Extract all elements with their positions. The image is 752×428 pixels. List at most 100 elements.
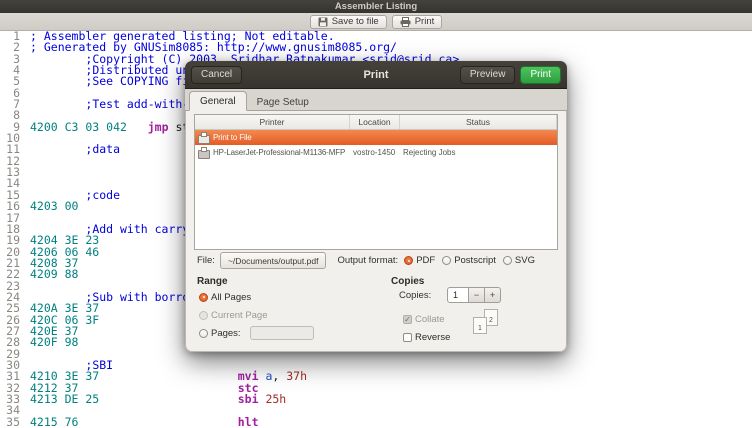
range-option-pages[interactable]: Pages: — [199, 324, 314, 342]
copies-value-entry[interactable]: 1 — [447, 287, 469, 303]
code-token: 4213 DE 25 — [30, 392, 99, 406]
radio-icon — [199, 329, 208, 338]
code-token: 4209 88 — [30, 267, 78, 281]
output-format-radios: PDF Postscript SVG — [404, 255, 535, 266]
radio-icon — [404, 256, 413, 265]
toolbar: Save to file Print — [0, 13, 752, 31]
code-text: 4213 DE 25 sbi 25h — [20, 394, 286, 405]
print-dialog-header[interactable]: Cancel Print Preview Print — [185, 61, 567, 89]
pages-entry[interactable] — [250, 326, 314, 340]
printer-name: Print to File — [213, 133, 252, 142]
code-text: ;data — [20, 144, 120, 155]
print-dialog: Cancel Print Preview Print General Page … — [185, 61, 567, 352]
column-header-location[interactable]: Location — [350, 115, 400, 129]
range-option-label: Current Page — [211, 310, 268, 321]
output-format-label: Output format: — [337, 255, 398, 266]
copies-checkboxes: ✓Collate Reverse — [403, 310, 450, 346]
code-line: 334213 DE 25 sbi 25h — [0, 394, 752, 405]
tab-page-setup[interactable]: Page Setup — [247, 93, 319, 111]
copies-increment-button[interactable]: + — [485, 287, 501, 303]
code-text — [20, 405, 30, 416]
code-token: 25h — [265, 392, 286, 406]
tab-general[interactable]: General — [189, 91, 247, 111]
radio-icon — [442, 256, 451, 265]
code-token — [30, 97, 85, 111]
print-to-file-icon — [198, 135, 210, 144]
printer-list-header: Printer Location Status — [195, 115, 557, 130]
preview-page-1: 1 — [473, 317, 487, 334]
radio-icon — [199, 293, 208, 302]
format-radio-postscript[interactable]: Postscript — [442, 255, 496, 266]
format-radio-label: SVG — [515, 255, 535, 266]
code-line: 354215 76 hlt — [0, 417, 752, 428]
checkbox-label: Reverse — [415, 332, 450, 343]
format-radio-svg[interactable]: SVG — [503, 255, 535, 266]
window-title: Assembler Listing — [335, 1, 417, 12]
cancel-button[interactable]: Cancel — [191, 66, 242, 84]
column-header-printer[interactable]: Printer — [195, 115, 350, 129]
code-text — [20, 178, 30, 189]
code-token: ;data — [85, 142, 120, 156]
code-text: 4215 76 hlt — [20, 417, 259, 428]
page-order-preview: 2 1 — [469, 307, 509, 347]
save-to-file-button[interactable]: Save to file — [310, 15, 387, 29]
tab-bar: General Page Setup — [185, 89, 567, 111]
window-titlebar[interactable]: Assembler Listing — [0, 0, 752, 13]
code-token — [127, 120, 148, 134]
printer-name-cell: Print to File — [195, 130, 350, 145]
printer-rows: Print to File HP-LaserJet-Professional-M1… — [195, 130, 557, 160]
printer-row[interactable]: Print to File — [195, 130, 557, 145]
code-token: 4215 76 — [30, 415, 78, 428]
preview-page-2-number: 2 — [489, 316, 493, 325]
file-row: File: ~/Documents/output.pdf Output form… — [197, 252, 560, 269]
preview-page-1-number: 1 — [478, 324, 482, 333]
checkbox-collate[interactable]: ✓Collate — [403, 310, 450, 328]
preview-button[interactable]: Preview — [460, 66, 516, 84]
file-button[interactable]: ~/Documents/output.pdf — [220, 252, 327, 269]
copies-label: Copies: — [399, 290, 447, 301]
printer-location-cell — [350, 130, 400, 145]
column-header-status[interactable]: Status — [400, 115, 557, 129]
code-text — [20, 156, 30, 167]
checkbox-label: Collate — [415, 314, 445, 325]
code-token: 420F 98 — [30, 335, 78, 349]
code-text — [20, 133, 30, 144]
range-option-all-pages[interactable]: All Pages — [199, 288, 314, 306]
format-radio-label: Postscript — [454, 255, 496, 266]
printer-status-cell — [400, 130, 557, 145]
print-button[interactable]: Print — [520, 66, 561, 84]
printer-location-cell: vostro-1450 — [350, 145, 400, 160]
code-token: , — [272, 369, 286, 383]
range-section-title: Range — [197, 276, 228, 287]
line-number: 35 — [0, 417, 20, 428]
code-token: hlt — [238, 415, 259, 428]
code-token — [30, 142, 85, 156]
copies-section-title: Copies — [391, 276, 424, 287]
code-token: jmp — [148, 120, 169, 134]
code-text: ;See COPYING file. — [20, 76, 210, 87]
code-token — [78, 415, 237, 428]
format-radio-pdf[interactable]: PDF — [404, 255, 435, 266]
printer-status-cell: Rejecting Jobs — [400, 145, 557, 160]
code-text — [20, 167, 30, 178]
code-token: 4203 00 — [30, 199, 78, 213]
code-text: 4200 C3 03 042 jmp start — [20, 122, 210, 133]
code-token: sbi — [238, 392, 259, 406]
print-toolbar-button[interactable]: Print — [392, 15, 443, 29]
code-token — [30, 74, 85, 88]
printer-list: Printer Location Status Print to File HP-… — [194, 114, 558, 250]
checkbox-reverse[interactable]: Reverse — [403, 328, 450, 346]
printer-row[interactable]: HP-LaserJet-Professional-M1136-MFP vostro… — [195, 145, 557, 160]
printer-icon — [198, 150, 210, 159]
copies-decrement-button[interactable]: − — [469, 287, 485, 303]
format-radio-label: PDF — [416, 255, 435, 266]
copies-row: Copies: 1 − + — [399, 287, 501, 303]
print-toolbar-label: Print — [415, 16, 435, 27]
code-text — [20, 110, 30, 121]
range-option-label: Pages: — [211, 328, 241, 339]
checkbox-icon: ✓ — [403, 315, 412, 324]
range-option-current-page[interactable]: Current Page — [199, 306, 314, 324]
code-token — [99, 392, 237, 406]
printer-name: HP-LaserJet-Professional-M1136-MFP — [213, 148, 345, 157]
checkbox-icon — [403, 333, 412, 342]
